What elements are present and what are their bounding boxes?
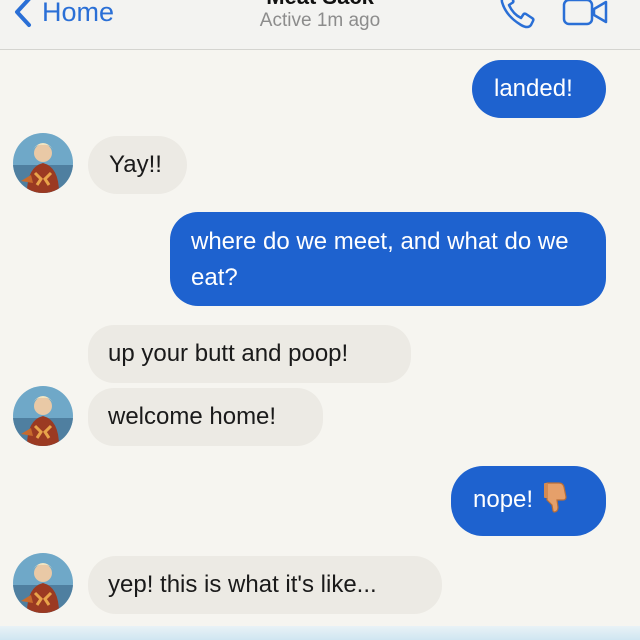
phone-icon[interactable] [497, 0, 537, 30]
video-camera-icon[interactable] [562, 0, 610, 30]
thumbs-down-icon [544, 482, 567, 513]
message-text: landed! [494, 75, 573, 102]
conversation-header: Home Meat Sack Active 1m ago [0, 0, 640, 50]
message-text: welcome home! [108, 403, 277, 430]
avatar[interactable] [13, 553, 73, 613]
message-text: up your butt and poop! [108, 340, 349, 367]
message-text: where do we meet, and what do we eat? [191, 228, 569, 291]
avatar[interactable] [13, 133, 73, 193]
message-bubble-outgoing[interactable]: where do we meet, and what do we eat? [170, 212, 606, 306]
composer-edge [0, 626, 640, 640]
active-status: Active 1m ago [259, 10, 381, 31]
message-text: Yay!! [109, 151, 162, 178]
avatar[interactable] [13, 386, 73, 446]
message-bubble-incoming[interactable]: yep! this is what it's like... [88, 556, 442, 614]
contact-name[interactable]: Meat Sack [0, 0, 640, 10]
message-text: nope! [473, 486, 534, 513]
message-text: yep! this is what it's like... [108, 571, 377, 598]
message-bubble-incoming[interactable]: up your butt and poop! [88, 325, 411, 383]
message-bubble-outgoing[interactable]: landed! [472, 60, 606, 118]
message-bubble-incoming[interactable]: welcome home! [88, 388, 323, 446]
message-bubble-outgoing[interactable]: nope! [451, 466, 606, 536]
message-bubble-incoming[interactable]: Yay!! [88, 136, 187, 194]
